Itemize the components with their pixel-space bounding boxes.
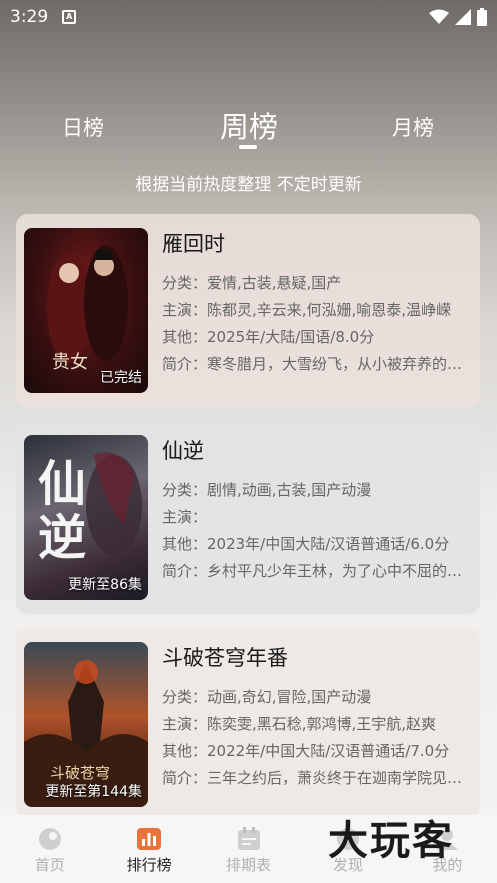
card-other: 其他：2022年/中国大陆/汉语普通话/7.0分 [162, 742, 450, 760]
nav-ranking[interactable]: 排行榜 [99, 815, 198, 883]
card-category: 分类：爱情,古装,悬疑,国产 [162, 274, 342, 292]
poster-title-text: 贵女 [52, 352, 88, 373]
tab-indicator [239, 145, 257, 149]
ranking-card[interactable]: 斗破苍穹 更新至第144集 斗破苍穹年番 分类：动画,奇幻,冒险,国产动漫 主演… [16, 628, 480, 818]
ranking-tabs: 日榜 周榜 月榜 [0, 100, 497, 150]
poster-title-text: 斗破苍穹 [50, 764, 111, 782]
poster-title-text: 仙逆 [38, 456, 87, 566]
nav-label: 排期表 [226, 856, 272, 874]
app-notification-icon: A [62, 10, 77, 24]
card-cast: 主演： [162, 508, 208, 526]
ranking-card[interactable]: 仙逆 更新至86集 仙逆 分类：剧情,动画,古装,国产动漫 主演： 其他：202… [16, 421, 480, 614]
card-intro: 简介：寒冬腊月，大雪纷飞，从小被弃养的庄寒雁 [162, 355, 472, 373]
card-title: 仙逆 [162, 439, 204, 463]
home-icon [38, 828, 61, 850]
card-title: 斗破苍穹年番 [162, 646, 288, 670]
episode-badge: 更新至第144集 [45, 784, 142, 800]
nav-label: 首页 [34, 856, 65, 874]
card-other: 其他：2023年/中国大陆/汉语普通话/6.0分 [162, 535, 450, 553]
ranking-icon [137, 828, 162, 850]
card-info: 雁回时 分类：爱情,古装,悬疑,国产 主演：陈都灵,辛云来,何泓姗,喻恩泰,温峥… [162, 228, 472, 378]
tab-weekly[interactable]: 周榜 [220, 104, 278, 146]
tab-monthly[interactable]: 月榜 [392, 112, 434, 142]
discover-icon [336, 828, 359, 850]
card-info: 仙逆 分类：剧情,动画,古装,国产动漫 主演： 其他：2023年/中国大陆/汉语… [162, 435, 472, 585]
status-indicators [429, 8, 487, 26]
card-title: 雁回时 [162, 232, 225, 256]
profile-icon [436, 829, 459, 850]
nav-discover[interactable]: 发现 [298, 815, 397, 883]
status-bar: 3:29 A [0, 0, 497, 34]
status-time: 3:29 [10, 7, 49, 27]
ranking-card[interactable]: 贵女 已完结 雁回时 分类：爱情,古装,悬疑,国产 主演：陈都灵,辛云来,何泓姗… [16, 214, 480, 407]
nav-label: 我的 [432, 856, 463, 874]
schedule-icon [237, 827, 260, 850]
nav-profile[interactable]: 我的 [398, 815, 497, 883]
tab-daily[interactable]: 日榜 [62, 112, 104, 142]
nav-schedule[interactable]: 排期表 [199, 815, 298, 883]
episode-badge: 更新至86集 [68, 577, 142, 593]
battery-icon [477, 8, 487, 26]
card-info: 斗破苍穹年番 分类：动画,奇幻,冒险,国产动漫 主演：陈奕雯,黑石稔,郭鸿博,王… [162, 642, 472, 792]
card-cast: 主演：陈奕雯,黑石稔,郭鸿博,王宇航,赵爽 [162, 715, 437, 733]
card-category: 分类：动画,奇幻,冒险,国产动漫 [162, 688, 372, 706]
card-other: 其他：2025年/大陆/国语/8.0分 [162, 328, 375, 346]
poster-image: 仙逆 更新至86集 [24, 435, 148, 600]
nav-label: 排行榜 [126, 856, 172, 874]
poster-image: 贵女 已完结 [24, 228, 148, 393]
signal-icon [455, 9, 471, 25]
nav-label: 发现 [332, 856, 363, 874]
ranking-subtitle: 根据当前热度整理 不定时更新 [135, 175, 362, 195]
wifi-icon [429, 9, 449, 24]
card-category: 分类：剧情,动画,古装,国产动漫 [162, 481, 372, 499]
poster-image: 斗破苍穹 更新至第144集 [24, 642, 148, 807]
card-intro: 简介：乡村平凡少年王林，为了心中不屈的执念 [162, 562, 472, 580]
bottom-navigation: 首页 排行榜 排期表 发现 我的 [0, 815, 497, 883]
episode-badge: 已完结 [100, 370, 142, 386]
card-cast: 主演：陈都灵,辛云来,何泓姗,喻恩泰,温峥嵘 [162, 301, 452, 319]
nav-home[interactable]: 首页 [0, 815, 99, 883]
card-intro: 简介：三年之约后，萧炎终于在迦南学院见到了 [162, 769, 472, 787]
